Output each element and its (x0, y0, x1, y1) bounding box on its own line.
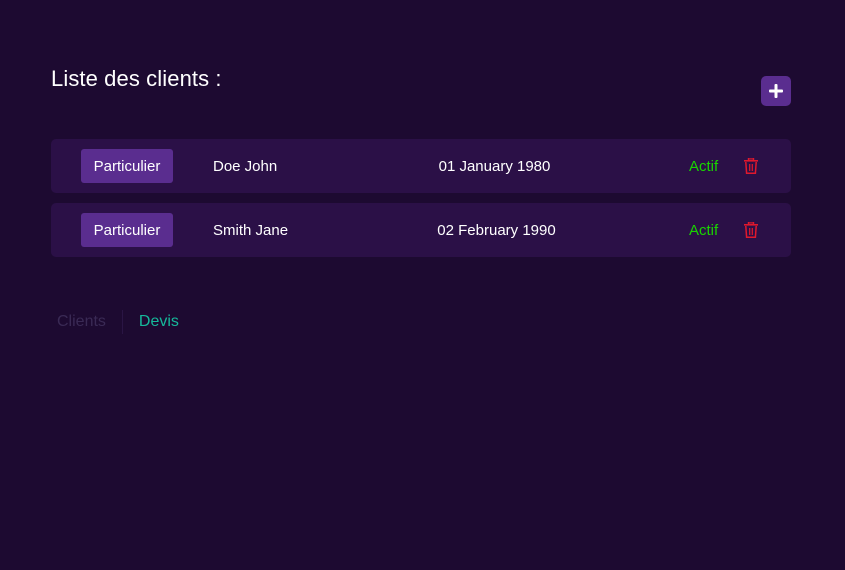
bottom-nav: Clients Devis (51, 308, 185, 336)
client-status: Actif (689, 221, 719, 239)
delete-client-button[interactable] (744, 222, 758, 238)
client-birth-date: 02 February 1990 (437, 221, 556, 239)
nav-divider (121, 310, 123, 334)
client-type-badge[interactable]: Particulier (81, 213, 173, 247)
trash-icon (744, 222, 758, 238)
client-status: Actif (689, 157, 719, 175)
page-title: Liste des clients : (51, 66, 222, 91)
client-row[interactable]: Particulier Smith Jane 02 February 1990 … (51, 203, 791, 257)
trash-icon (744, 158, 758, 174)
client-list: Particulier Doe John 01 January 1980 Act… (51, 139, 791, 267)
delete-client-button[interactable] (744, 158, 758, 174)
add-client-button[interactable] (761, 76, 791, 106)
client-birth-date: 01 January 1980 (438, 157, 551, 175)
plus-icon (769, 84, 783, 98)
client-row[interactable]: Particulier Doe John 01 January 1980 Act… (51, 139, 791, 193)
client-name: Smith Jane (213, 221, 289, 239)
client-type-badge[interactable]: Particulier (81, 149, 173, 183)
client-name: Doe John (213, 157, 278, 175)
nav-clients-link[interactable]: Clients (51, 313, 112, 331)
nav-devis-link[interactable]: Devis (133, 313, 185, 331)
page: Liste des clients : Particulier Doe John… (0, 0, 845, 570)
